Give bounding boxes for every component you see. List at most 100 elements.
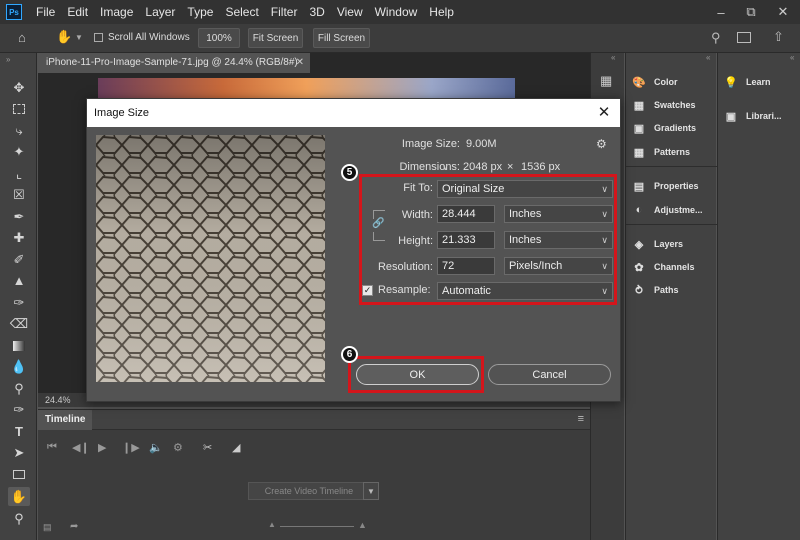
menu-edit[interactable]: Edit: [61, 0, 94, 24]
zoom-tool-icon[interactable]: ⚲: [8, 509, 30, 528]
menu-select[interactable]: Select: [219, 0, 264, 24]
image-preview[interactable]: [96, 135, 325, 382]
pen-tool-icon[interactable]: ✑: [8, 400, 30, 419]
panel-learn[interactable]: 💡 Learn: [724, 73, 770, 91]
create-video-timeline-button[interactable]: Create Video Timeline: [248, 482, 370, 500]
zoom-in-icon[interactable]: ▲: [358, 520, 367, 530]
highlight-box-step-6: [348, 356, 484, 393]
panel-divider: [626, 166, 717, 167]
blur-tool-icon[interactable]: 💧: [8, 357, 30, 376]
gradient-tool-icon[interactable]: [8, 336, 30, 355]
lasso-tool-icon[interactable]: ⤷: [8, 121, 30, 140]
path-selection-tool-icon[interactable]: ➤: [8, 443, 30, 462]
workspace-icon[interactable]: [737, 32, 751, 43]
panel-color[interactable]: 🎨 Color: [632, 73, 677, 91]
panel-libraries[interactable]: ▣ Librari...: [724, 107, 782, 125]
properties-icon: ▤: [633, 180, 645, 193]
panel-adjustments[interactable]: ◐ Adjustme...: [632, 201, 703, 219]
minimize-icon[interactable]: –: [708, 0, 734, 24]
menu-3d[interactable]: 3D: [303, 0, 330, 24]
collapse-panels-icon[interactable]: «: [611, 53, 615, 62]
convert-frame-icon[interactable]: ▤: [43, 522, 52, 533]
rectangle-tool-icon[interactable]: [8, 465, 30, 484]
panel-layers[interactable]: ◈ Layers: [632, 235, 683, 253]
dialog-title: Image Size: [94, 107, 150, 119]
crop-tool-icon[interactable]: ⌞: [8, 164, 30, 183]
close-tab-icon[interactable]: ✕: [296, 53, 304, 73]
collapse-tools-icon[interactable]: »: [6, 55, 10, 64]
panel-adjustments-label: Adjustme...: [654, 205, 703, 215]
settings-icon[interactable]: ⚙: [173, 441, 183, 454]
close-window-icon[interactable]: ✕: [770, 0, 796, 24]
menu-filter[interactable]: Filter: [265, 0, 304, 24]
collapse-panel-column-icon[interactable]: «: [706, 53, 710, 62]
play-icon[interactable]: ▶: [98, 441, 106, 454]
prev-frame-icon[interactable]: ◀❙: [72, 441, 90, 454]
next-frame-icon[interactable]: ❙▶: [122, 441, 140, 454]
gear-icon[interactable]: ⚙: [596, 137, 607, 151]
panel-properties[interactable]: ▤ Properties: [632, 177, 699, 195]
panel-patterns[interactable]: ▦ Patterns: [632, 143, 690, 161]
menu-layer[interactable]: Layer: [139, 0, 181, 24]
eraser-tool-icon[interactable]: ⌫: [8, 314, 30, 333]
fit-screen-button[interactable]: Fit Screen: [248, 28, 303, 48]
menu-type[interactable]: Type: [181, 0, 219, 24]
magic-wand-tool-icon[interactable]: ✦: [8, 142, 30, 161]
mute-audio-icon[interactable]: 🔈: [149, 441, 163, 454]
timeline-menu-icon[interactable]: ≡: [578, 413, 584, 425]
panel-libraries-label: Librari...: [746, 111, 782, 121]
menu-image[interactable]: Image: [94, 0, 139, 24]
panel-channels[interactable]: ✿ Channels: [632, 258, 694, 276]
timeline-tab[interactable]: Timeline: [38, 410, 93, 430]
restore-icon[interactable]: ⧉: [738, 0, 764, 24]
lightbulb-icon: 💡: [724, 76, 738, 89]
brush-tool-icon[interactable]: ✐: [8, 250, 30, 269]
share-icon[interactable]: ⇧: [773, 29, 784, 45]
cancel-button[interactable]: Cancel: [488, 364, 611, 385]
menu-bar: Ps File Edit Image Layer Type Select Fil…: [0, 0, 800, 24]
libraries-icon: ▣: [725, 110, 737, 123]
tool-preset-chevron-icon[interactable]: ▼: [75, 33, 83, 42]
frame-tool-icon[interactable]: ☒: [8, 185, 30, 204]
image-size-value: 9.00M: [466, 138, 497, 150]
eyedropper-tool-icon[interactable]: ✒: [8, 207, 30, 226]
menu-help[interactable]: Help: [423, 0, 460, 24]
transition-icon[interactable]: ◢: [232, 441, 240, 454]
panel-swatches[interactable]: ▦ Swatches: [632, 96, 696, 114]
document-tab[interactable]: iPhone-11-Pro-Image-Sample-71.jpg @ 24.4…: [38, 53, 310, 73]
marquee-tool-icon[interactable]: [8, 99, 30, 118]
zoom-out-icon[interactable]: ▲: [268, 520, 276, 529]
search-icon[interactable]: ⚲: [711, 30, 721, 46]
scroll-all-windows-checkbox[interactable]: [94, 33, 103, 42]
dodge-tool-icon[interactable]: ⚲: [8, 379, 30, 398]
menu-view[interactable]: View: [331, 0, 369, 24]
swatches-icon: ▦: [633, 99, 645, 112]
timeline-zoom-slider[interactable]: [280, 526, 354, 527]
type-tool-icon[interactable]: T: [8, 422, 30, 441]
stamp-tool-icon[interactable]: ▲: [8, 271, 30, 290]
render-icon[interactable]: ➦: [70, 521, 78, 532]
move-tool-icon[interactable]: ✥: [8, 78, 30, 97]
hand-tool-icon[interactable]: ✋: [8, 487, 30, 506]
panel-divider: [626, 224, 717, 225]
healing-brush-tool-icon[interactable]: ✚: [8, 228, 30, 247]
zoom-level[interactable]: 24.4%: [45, 395, 71, 405]
collapse-learn-column-icon[interactable]: «: [790, 53, 794, 62]
dimensions-height: 1536 px: [521, 161, 561, 173]
menu-file[interactable]: File: [30, 0, 61, 24]
home-icon[interactable]: ⌂: [18, 30, 26, 45]
panel-gradients[interactable]: ▣ Gradients: [632, 119, 696, 137]
split-icon[interactable]: ✂: [203, 441, 212, 454]
scroll-all-windows-label: Scroll All Windows: [108, 32, 190, 43]
timeline-dropdown-icon[interactable]: ▼: [363, 482, 379, 500]
dialog-close-icon[interactable]: ✕: [594, 99, 614, 127]
fill-screen-button[interactable]: Fill Screen: [313, 28, 370, 48]
panel-paths[interactable]: ⥁ Paths: [632, 281, 678, 299]
panel-properties-label: Properties: [654, 181, 699, 191]
first-frame-icon[interactable]: ⏮: [47, 441, 57, 454]
history-icon[interactable]: ▦: [600, 73, 612, 89]
menu-window[interactable]: Window: [369, 0, 424, 24]
zoom-100-button[interactable]: 100%: [198, 28, 240, 48]
history-brush-tool-icon[interactable]: ✑: [8, 293, 30, 312]
dimensions-unit-chevron-icon[interactable]: ∨: [442, 162, 449, 173]
